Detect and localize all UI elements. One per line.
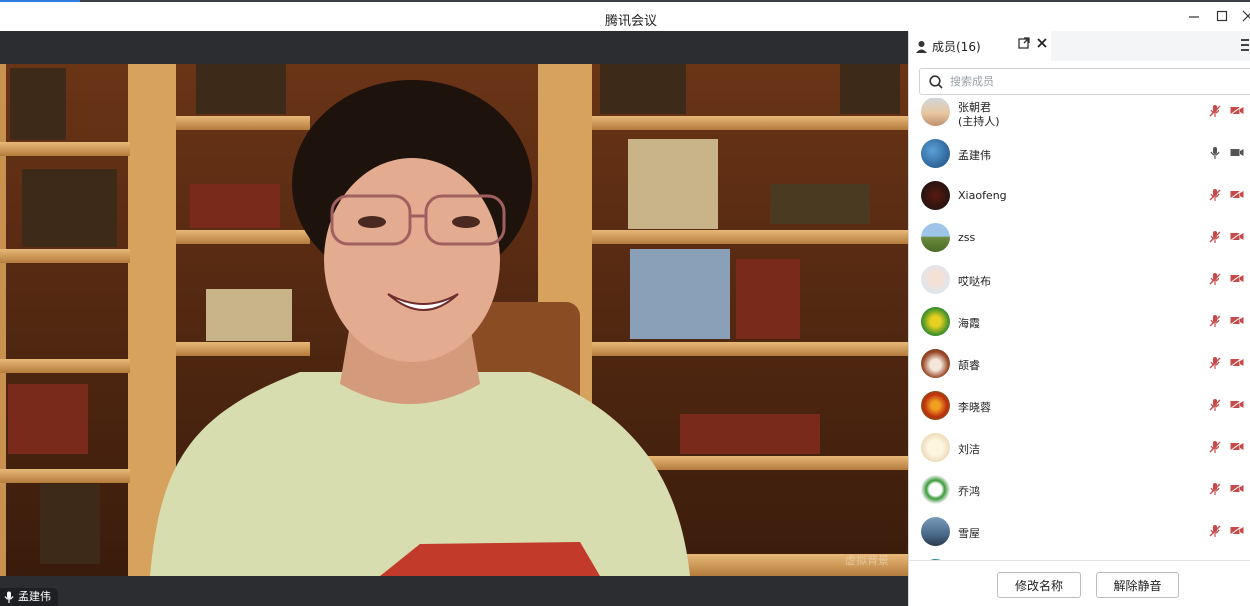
mic-on-icon[interactable] [1209, 146, 1221, 160]
avatar [921, 223, 950, 252]
avatar [921, 475, 950, 504]
video-bottom-bar [0, 576, 908, 606]
popout-button[interactable] [1017, 37, 1031, 53]
speaker-video-feed: 虚拟背景 [0, 64, 908, 576]
member-name: 雪屋 [958, 527, 980, 540]
avatar [921, 265, 950, 294]
camera-off-icon[interactable] [1230, 189, 1244, 200]
member-row[interactable]: zss [909, 216, 1250, 258]
camera-off-icon[interactable] [1230, 441, 1244, 452]
members-tab-label: 成员(16) [932, 39, 981, 54]
main-video-area[interactable]: 虚拟背景 孟建伟 [0, 31, 908, 606]
camera-off-icon[interactable] [1230, 357, 1244, 368]
member-row[interactable]: Xiaofeng [909, 174, 1250, 216]
person-icon [916, 40, 927, 53]
mic-muted-icon[interactable] [1209, 188, 1221, 202]
camera-off-icon[interactable] [1230, 273, 1244, 284]
mic-muted-icon[interactable] [1209, 524, 1221, 538]
title-bar: 腾讯会议 [0, 2, 1250, 31]
member-name: Xiaofeng [958, 189, 1007, 202]
unmute-button[interactable]: 解除静音 [1096, 572, 1179, 598]
member-name: 孟建伟 [958, 149, 991, 162]
mic-muted-icon[interactable] [1209, 440, 1221, 454]
maximize-icon [1216, 10, 1228, 22]
member-row[interactable]: 颉睿 [909, 342, 1250, 384]
avatar [921, 181, 950, 210]
mic-muted-icon[interactable] [1209, 314, 1221, 328]
member-row[interactable]: 孟建伟 [909, 132, 1250, 174]
mic-muted-icon[interactable] [1209, 230, 1221, 244]
member-name: 哎哒布 [958, 275, 991, 288]
avatar [921, 517, 950, 546]
member-search[interactable] [919, 68, 1250, 95]
avatar [921, 307, 950, 336]
mic-muted-icon[interactable] [1209, 104, 1221, 118]
mic-muted-icon[interactable] [1209, 398, 1221, 412]
virtual-background-watermark: 虚拟背景 [845, 553, 889, 567]
host-tag: (主持人) [958, 115, 1000, 128]
maximize-button[interactable] [1214, 8, 1230, 24]
member-row[interactable]: 李晓蓉 [909, 384, 1250, 426]
popout-icon [1018, 37, 1030, 49]
speaker-name: 孟建伟 [18, 590, 51, 603]
close-icon [1037, 38, 1047, 48]
mic-muted-icon[interactable] [1209, 482, 1221, 496]
member-name: 乔鸿 [958, 485, 980, 498]
panel-header: 成员(16) [909, 31, 1250, 61]
minimize-button[interactable] [1186, 8, 1202, 24]
avatar [921, 98, 950, 126]
camera-off-icon[interactable] [1230, 525, 1244, 536]
avatar [921, 139, 950, 168]
microphone-icon [4, 591, 14, 603]
speaker-name-badge: 孟建伟 [0, 588, 58, 606]
search-input[interactable] [950, 72, 1230, 91]
mic-muted-icon[interactable] [1209, 272, 1221, 286]
camera-on-icon[interactable] [1230, 147, 1244, 158]
member-row[interactable]: 哎哒布 [909, 258, 1250, 300]
close-panel-button[interactable] [1035, 37, 1049, 53]
camera-off-icon[interactable] [1230, 399, 1244, 410]
close-button[interactable] [1240, 8, 1250, 24]
avatar [921, 391, 950, 420]
member-name: 李晓蓉 [958, 401, 991, 414]
member-name: 颉睿 [958, 359, 980, 372]
window-title: 腾讯会议 [604, 14, 657, 29]
member-row[interactable]: 张朝君 (主持人) [909, 98, 1250, 132]
member-row[interactable]: 海霞 [909, 300, 1250, 342]
member-row[interactable]: 刘洁 [909, 426, 1250, 468]
camera-off-icon[interactable] [1230, 105, 1244, 116]
avatar [921, 349, 950, 378]
member-row[interactable]: 乔鸿 [909, 468, 1250, 510]
search-icon [929, 75, 943, 89]
member-name: 刘洁 [958, 443, 980, 456]
tab-members[interactable]: 成员(16) [909, 31, 1051, 61]
avatar [921, 433, 950, 462]
rename-button[interactable]: 修改名称 [997, 572, 1081, 598]
camera-off-icon[interactable] [1230, 315, 1244, 326]
member-name: 海霞 [958, 317, 980, 330]
member-row[interactable]: 雪屋 [909, 510, 1250, 552]
close-icon [1242, 10, 1250, 22]
minimize-icon [1189, 16, 1199, 18]
menu-icon[interactable] [1241, 39, 1249, 54]
panel-footer: 修改名称 解除静音 [909, 560, 1250, 606]
camera-off-icon[interactable] [1230, 483, 1244, 494]
mic-muted-icon[interactable] [1209, 356, 1221, 370]
member-list: 张朝君 (主持人) 孟建伟 Xiaofeng zss 哎哒布 海霞 颉睿 李晓蓉… [909, 98, 1250, 560]
members-panel: 成员(16) 张朝君 (主持人) 孟建伟 [908, 31, 1250, 606]
member-row-partial[interactable] [909, 552, 1250, 560]
member-name: zss [958, 231, 976, 244]
camera-off-icon[interactable] [1230, 231, 1244, 242]
